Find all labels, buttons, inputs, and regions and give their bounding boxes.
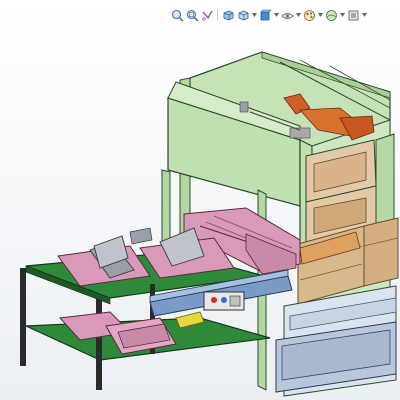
edit-appearance-dropdown[interactable] — [317, 7, 323, 23]
chevron-down-icon — [251, 13, 257, 17]
section-view-icon — [223, 10, 233, 20]
lower-cabinet — [275, 285, 397, 397]
chevron-down-icon — [273, 13, 279, 17]
view-settings-dropdown[interactable] — [361, 7, 367, 23]
view-orientation-button[interactable] — [236, 7, 250, 23]
hide-show-items-button[interactable] — [280, 7, 294, 23]
apply-scene-dropdown[interactable] — [339, 7, 345, 23]
cad-graphics-area[interactable] — [0, 0, 400, 400]
view-settings-icon — [348, 10, 358, 20]
display-style-icon — [259, 9, 272, 20]
edit-appearance-icon — [303, 9, 315, 21]
zoom-to-area-icon — [186, 9, 199, 22]
right-cabinet — [297, 133, 399, 305]
section-view-button[interactable] — [221, 7, 235, 23]
chevron-down-icon — [361, 13, 367, 17]
edit-appearance-button[interactable] — [302, 7, 316, 23]
chevron-down-icon — [295, 13, 301, 17]
chevron-down-icon — [339, 13, 345, 17]
display-style-button[interactable] — [258, 7, 272, 23]
zoom-to-fit-button[interactable] — [170, 7, 184, 23]
apply-scene-icon — [325, 9, 337, 21]
apply-scene-button[interactable] — [324, 7, 338, 23]
chevron-down-icon — [317, 13, 323, 17]
zoom-to-fit-icon — [171, 9, 184, 22]
heads-up-view-toolbar — [170, 6, 367, 24]
previous-view-button[interactable] — [200, 7, 214, 23]
view-orientation-dropdown[interactable] — [251, 7, 257, 23]
zoom-to-area-button[interactable] — [185, 7, 199, 23]
hide-show-items-icon — [280, 12, 294, 19]
toolbar-separator — [217, 9, 218, 21]
previous-view-icon — [201, 10, 213, 21]
view-orientation-icon — [238, 10, 248, 20]
hide-show-dropdown[interactable] — [295, 7, 301, 23]
assembly-model-render[interactable] — [0, 0, 400, 400]
display-style-dropdown[interactable] — [273, 7, 279, 23]
view-settings-button[interactable] — [346, 7, 360, 23]
